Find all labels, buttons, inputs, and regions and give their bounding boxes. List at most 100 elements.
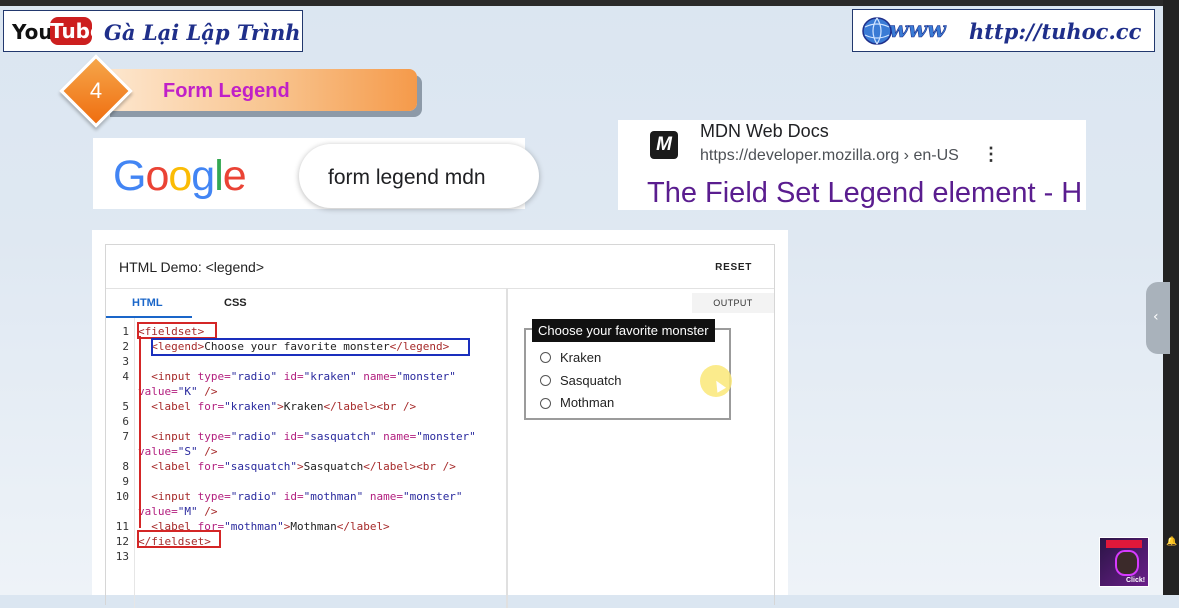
code-line: 5 <label for="kraken">Kraken</label><br … [106,399,416,414]
google-logo: Google [113,152,247,200]
code-token: "mothman" [303,490,364,503]
radio-kraken[interactable] [540,352,551,363]
radio-mothman[interactable] [540,398,551,409]
code-text: <input type="radio" id="mothman" name="m… [138,489,463,504]
youtube-channel-badge: You Tube Gà Lại Lập Trình [3,10,303,52]
code-token: "sasquatch" [303,430,377,443]
line-number: 5 [122,400,129,413]
lesson-number: 4 [89,78,103,103]
bell-icon[interactable]: 🔔 [1166,537,1177,547]
code-token: "sasquatch" [224,460,297,473]
tab-css[interactable]: CSS [224,297,247,309]
lesson-title: Form Legend [163,80,290,102]
output-legend: Choose your favorite monster [532,319,715,342]
annotation-box-fieldset-close [137,530,221,548]
subscribe-avatar[interactable]: Click! [1099,537,1149,587]
code-line: value="K" /> [106,384,218,399]
code-line: value="M" /> [106,504,218,519]
radio-sasquatch[interactable] [540,375,551,386]
www-text: www [889,17,947,43]
code-token: /> [197,505,218,518]
code-token: Kraken [283,400,324,413]
code-token: type= [197,370,231,383]
code-token: id= [277,370,304,383]
google-search-panel: Google form legend mdn [93,138,539,209]
youtube-you-text: You [12,20,53,44]
code-token: value= [138,505,178,518]
code-token: for= [197,400,225,413]
line-number: 10 [115,490,129,503]
code-line: 4 <input type="radio" id="kraken" name="… [106,369,456,384]
code-editor[interactable]: 1 <fieldset> 2 <legend>Choose your favorit… [106,324,476,564]
youtube-tube-logo: Tube [50,17,104,45]
channel-name: Gà Lại Lập Trình [104,20,301,45]
code-token: name= [376,430,417,443]
globe-www-icon: www [862,17,947,45]
tab-html[interactable]: HTML [132,297,163,309]
code-token: name= [363,490,403,503]
site-url: http://tuhoc.cc [969,19,1142,44]
line-number: 11 [115,520,129,533]
avatar-face [1115,550,1139,576]
search-query-text: form legend mdn [328,166,486,189]
code-token: <label [151,460,198,473]
code-token: "kraken" [303,370,357,383]
code-token: > [277,400,284,413]
code-line: 1 <fieldset> [106,324,204,339]
more-options-icon[interactable]: ⋮ [982,144,1000,165]
code-token: id= [277,430,304,443]
label-sasquatch[interactable]: Sasquatch [560,373,621,388]
line-number: 7 [122,430,129,443]
mdn-search-result[interactable]: M MDN Web Docs https://developer.mozilla… [618,120,1086,210]
code-token: /> [197,385,218,398]
code-token: "M" [177,505,198,518]
code-token: for= [197,460,225,473]
result-title-link[interactable]: The Field Set Legend element - H [647,177,1082,210]
code-token: name= [356,370,397,383]
code-token: "monster" [402,490,463,503]
code-token: </label> [336,520,390,533]
code-token: <label [151,400,198,413]
code-line: 7 <input type="radio" id="sasquatch" nam… [106,429,475,444]
label-kraken[interactable]: Kraken [560,350,601,365]
code-text: <input type="radio" id="kraken" name="mo… [138,369,456,384]
code-line: value="S" /> [106,444,218,459]
line-number: 12 [115,535,129,548]
annotation-box-legend [151,338,470,356]
code-line: 11 <label for="mothman">Mothman</label> [106,519,390,534]
chevron-left-icon: ‹ [1153,309,1159,325]
code-token: "mothman" [224,520,284,533]
code-token: value= [138,385,178,398]
code-line: 10 <input type="radio" id="mothman" name… [106,489,463,504]
code-token: > [296,460,304,473]
line-number: 6 [122,415,129,428]
label-mothman[interactable]: Mothman [560,395,614,410]
line-number: 13 [115,550,129,563]
code-line: 12 </fieldset> [106,534,211,549]
reset-button[interactable]: RESET [715,262,752,273]
code-token: <input [151,490,198,503]
line-number: 8 [122,460,129,473]
window-top-bar [0,0,1179,6]
editor-output-divider [506,288,508,608]
code-line: 13 [106,549,129,564]
website-badge: www http://tuhoc.cc [852,9,1155,52]
code-token: Mothman [290,520,337,533]
code-token: /> [197,445,218,458]
code-token: <input [151,370,198,383]
code-line: 8 <label for="sasquatch">Sasquatch</labe… [106,459,456,474]
side-panel-toggle[interactable]: ‹ [1146,282,1170,354]
annotation-box-fieldset-open [137,322,217,339]
google-search-input[interactable]: form legend mdn [299,144,539,208]
code-token: "radio" [230,370,278,383]
code-token: <input [151,430,198,443]
code-line: 2 <legend>Choose your favorite monster</… [106,339,449,354]
code-token: type= [197,490,231,503]
code-text: value="K" /> [138,384,218,399]
line-number: 1 [122,325,129,338]
code-token: </label><br /> [323,400,417,413]
code-text: <label for="kraken">Kraken</label><br /> [138,399,416,414]
output-label: OUTPUT [692,293,774,313]
line-number: 9 [122,475,129,488]
code-token: </label><br /> [363,460,456,473]
